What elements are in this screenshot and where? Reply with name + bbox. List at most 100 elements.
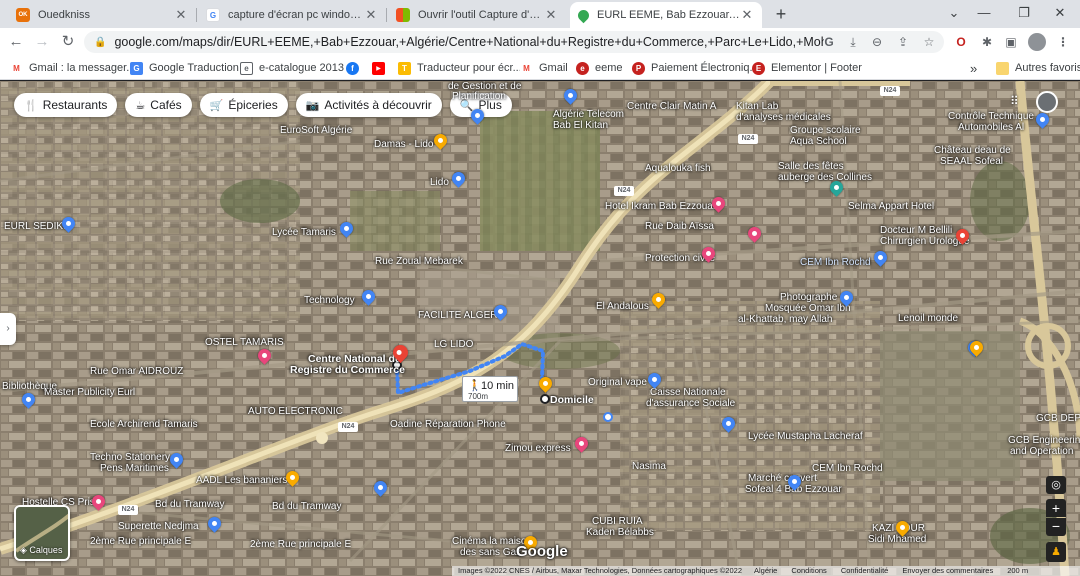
map-label[interactable]: d'assurance Sociale bbox=[646, 398, 735, 409]
map-label[interactable]: Sidi Mhamed bbox=[868, 534, 926, 545]
minimize-icon[interactable]: — bbox=[964, 0, 1004, 28]
zoom-out-button[interactable]: − bbox=[1046, 518, 1066, 536]
map-label[interactable]: GCB Engineering bbox=[1008, 435, 1080, 446]
map-label[interactable]: Lycée Mustapha Lacheraf bbox=[748, 431, 863, 442]
map-label[interactable]: Bd du Tramway bbox=[155, 499, 224, 510]
address-bar[interactable]: 🔒 google.com/maps/dir/EURL+EEME,+Bab+Ezz… bbox=[84, 31, 944, 53]
map-label[interactable]: Rue Omar AIDROUZ bbox=[90, 366, 183, 377]
bookmark-elementor[interactable]: E Elementor | Footer bbox=[752, 60, 862, 76]
map-label[interactable]: AUTO ELECTRONIC bbox=[248, 406, 343, 417]
country-link[interactable]: Algérie bbox=[754, 566, 777, 576]
expand-side-panel-button[interactable]: › bbox=[0, 313, 16, 345]
map-label[interactable]: Domicile bbox=[550, 394, 594, 406]
restore-icon[interactable]: ❐ bbox=[1004, 0, 1044, 28]
map-label[interactable]: Lycée Tamaris bbox=[272, 227, 336, 238]
map-label[interactable]: CEM Ibn Rochd bbox=[800, 257, 871, 268]
map-label[interactable]: Damas - Lido bbox=[374, 139, 433, 150]
privacy-link[interactable]: Confidentialité bbox=[841, 566, 889, 576]
chip-cafes[interactable]: ☕ Cafés bbox=[125, 93, 192, 117]
map-label[interactable]: GCB DEP bbox=[1036, 413, 1080, 424]
bookmark-paiement[interactable]: P Paiement Électroniq... bbox=[632, 60, 759, 76]
map-label[interactable]: CUBI RUIA bbox=[592, 516, 643, 527]
map-label[interactable]: Technology bbox=[304, 295, 355, 306]
map-label[interactable]: Salle des fêtes bbox=[778, 161, 844, 172]
map-label[interactable]: Caisse Nationale bbox=[650, 387, 726, 398]
map-label[interactable]: Superette Nedjma bbox=[118, 521, 199, 532]
map-label[interactable]: LG LIDO bbox=[434, 339, 473, 350]
bookmarks-overflow-button[interactable]: » bbox=[970, 60, 977, 76]
google-lens-icon[interactable]: G bbox=[820, 33, 838, 51]
map-label[interactable]: FACILITE ALGER bbox=[418, 310, 497, 321]
map-label[interactable]: SEAAL Sofeal bbox=[940, 156, 1003, 167]
map-label[interactable]: EuroSoft Algérie bbox=[280, 125, 352, 136]
map-label[interactable]: Hotel Ikram Bab Ezzouar bbox=[605, 201, 716, 212]
map-label[interactable]: Zimou express bbox=[505, 443, 571, 454]
map-label[interactable]: 2ème Rue principale E bbox=[90, 536, 191, 547]
close-icon[interactable]: ✕ bbox=[174, 7, 188, 23]
chip-activites[interactable]: 📷 Activités à découvrir bbox=[295, 93, 442, 117]
bookmark-eeme[interactable]: e eeme bbox=[576, 60, 623, 76]
bookmark-traducteur[interactable]: T Traducteur pour écr... bbox=[398, 60, 522, 76]
map-label[interactable]: Contrôle Technique bbox=[948, 111, 1034, 122]
layers-button[interactable]: ◈ Calques bbox=[14, 505, 70, 561]
extensions-puzzle-icon[interactable]: ✱ bbox=[978, 33, 996, 51]
map-label[interactable]: Rue Zoual Mebarek bbox=[375, 256, 463, 267]
map-label[interactable]: CEM Ibn Rochd bbox=[812, 463, 883, 474]
map-label[interactable]: Master Publicity Eurl bbox=[44, 387, 135, 398]
close-icon[interactable]: ✕ bbox=[364, 7, 378, 23]
map-label[interactable]: Planification bbox=[452, 91, 506, 102]
reload-icon[interactable]: ↻ bbox=[58, 32, 78, 52]
menu-kebab-icon[interactable]: ⋮ bbox=[1054, 33, 1072, 51]
forward-icon[interactable]: → bbox=[32, 32, 52, 52]
map-label[interactable]: Aqua School bbox=[790, 136, 847, 147]
chip-restaurants[interactable]: 🍴 Restaurants bbox=[14, 93, 118, 117]
bookmark-google-traduction[interactable]: G Google Traduction bbox=[130, 60, 239, 76]
map-label[interactable]: Selma Appart Hotel bbox=[848, 201, 934, 212]
profile-avatar[interactable] bbox=[1028, 33, 1046, 51]
terms-link[interactable]: Conditions bbox=[791, 566, 826, 576]
share-icon[interactable]: ⇪ bbox=[894, 33, 912, 51]
walking-route-info[interactable]: 🚶 10 min 700m bbox=[462, 376, 518, 402]
zoom-icon[interactable]: ⊖ bbox=[868, 33, 886, 51]
bookmark-youtube[interactable]: ▶ bbox=[372, 60, 391, 76]
tab-ouedkniss[interactable]: OK Ouedkniss ✕ bbox=[8, 2, 196, 28]
map-label[interactable]: 2ème Rue principale E bbox=[250, 539, 351, 550]
map-label[interactable]: Bab El Kitan bbox=[553, 120, 608, 131]
back-icon[interactable]: ← bbox=[6, 32, 26, 52]
bookmark-star-icon[interactable]: ☆ bbox=[920, 33, 938, 51]
side-panel-icon[interactable]: ▣ bbox=[1002, 33, 1020, 51]
map-label[interactable]: d'analyses médicales bbox=[736, 112, 831, 123]
other-bookmarks-folder[interactable]: Autres favoris bbox=[996, 60, 1080, 76]
close-icon[interactable]: ✕ bbox=[740, 7, 754, 23]
bookmark-e-catalogue[interactable]: e e-catalogue 2013 bbox=[240, 60, 344, 76]
map-label[interactable]: El Andalous bbox=[596, 301, 649, 312]
map-label[interactable]: Lenoil monde bbox=[898, 313, 958, 324]
tab-outil-capture[interactable]: Ouvrir l'outil Capture d'écran et f ✕ bbox=[388, 2, 566, 28]
new-tab-button[interactable]: + bbox=[770, 3, 792, 25]
map-label[interactable]: Registre du Commerce bbox=[290, 364, 405, 376]
map-label[interactable]: Pens Maritimes bbox=[100, 463, 169, 474]
map-label[interactable]: Groupe scolaire bbox=[790, 125, 861, 136]
map-label[interactable]: Algérie Telecom bbox=[553, 109, 624, 120]
url-text[interactable]: google.com/maps/dir/EURL+EEME,+Bab+Ezzou… bbox=[114, 35, 824, 49]
opera-extension-icon[interactable]: O bbox=[952, 33, 970, 51]
map-label[interactable]: Bd du Tramway bbox=[272, 501, 341, 512]
scale-bar[interactable]: 200 m bbox=[1007, 566, 1028, 576]
tab-google-maps[interactable]: EURL EEME, Bab Ezzouar, Algérie ✕ bbox=[570, 2, 762, 28]
close-window-icon[interactable]: ✕ bbox=[1040, 0, 1080, 28]
map-label[interactable]: Lido bbox=[430, 177, 449, 188]
map-label[interactable]: Nasima bbox=[632, 461, 666, 472]
chip-epiceries[interactable]: 🛒 Épiceries bbox=[199, 93, 288, 117]
map-label[interactable]: Techno Stationery bbox=[90, 452, 170, 463]
map-label[interactable]: Mosquée Omar Ibn bbox=[765, 303, 851, 314]
map-label[interactable]: Marché couvert bbox=[748, 473, 817, 484]
account-avatar[interactable] bbox=[1036, 91, 1058, 113]
map-label[interactable]: Oadine Réparation Phone bbox=[390, 419, 506, 430]
map-label[interactable]: Docteur M Bellili bbox=[880, 225, 952, 236]
install-app-icon[interactable]: ⤓ bbox=[844, 33, 862, 51]
map-label[interactable]: and Operation bbox=[1010, 446, 1073, 457]
map-label[interactable]: Château deau de bbox=[934, 145, 1011, 156]
map-label[interactable]: Ecole Archirend Tamaris bbox=[90, 419, 198, 430]
map-label[interactable]: Automobiles Al bbox=[958, 122, 1024, 133]
close-icon[interactable]: ✕ bbox=[544, 7, 558, 23]
